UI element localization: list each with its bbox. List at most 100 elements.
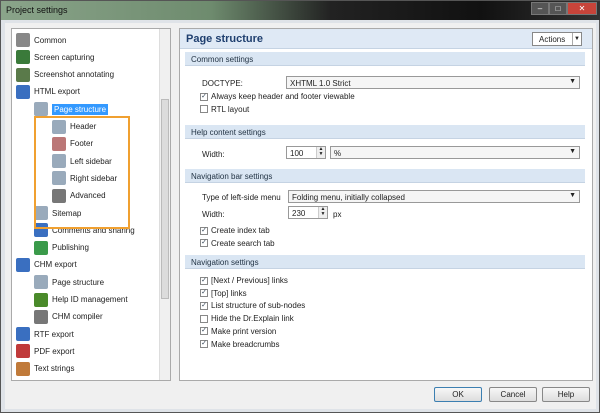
highlight-box <box>34 116 130 229</box>
checkbox-label: Make print version <box>211 326 277 336</box>
tree-item[interactable]: Screenshot annotating <box>16 67 114 83</box>
tree-item[interactable]: Screen capturing <box>16 49 94 65</box>
spinner[interactable]: ▲ ▼ <box>318 207 327 218</box>
checkbox-option[interactable]: ✓ Create search tab <box>200 239 275 248</box>
chevron-down-icon: ▼ <box>569 78 576 85</box>
checkbox[interactable]: ✓ <box>200 239 208 248</box>
tree-item-icon <box>16 50 30 65</box>
minimize-button[interactable]: – <box>531 2 549 15</box>
help-width-unit-select[interactable]: % ▼ <box>330 146 580 159</box>
checkbox-option[interactable]: ✓ Make breadcrumbs <box>200 340 279 349</box>
tree-item[interactable]: Publishing <box>34 240 89 256</box>
tree-item-icon <box>34 275 48 290</box>
checkbox[interactable]: ✓ <box>200 276 208 285</box>
tree-item-label: Common <box>34 35 67 45</box>
help-width-value: 100 <box>290 149 304 158</box>
navbar-width-input[interactable]: 230 ▲ ▼ <box>288 206 328 219</box>
tree-item[interactable]: RTF export <box>16 326 74 342</box>
tree-item[interactable]: Help ID management <box>34 292 128 308</box>
tree-item-icon <box>34 309 48 324</box>
checkbox-option[interactable]: ✓ Make print version <box>200 327 276 336</box>
panel-title: Page structure <box>186 33 264 45</box>
window-title: Project settings <box>6 5 68 15</box>
tree-item[interactable]: CHM compiler <box>34 309 103 325</box>
checkbox-option[interactable]: ✓ [Top] links <box>200 289 247 298</box>
checkbox[interactable]: ✓ <box>200 226 208 235</box>
tree-item-label: HTML export <box>34 87 80 97</box>
tree-item-icon <box>16 327 30 342</box>
checkbox-option[interactable]: ✓ Always keep header and footer viewable <box>200 92 355 101</box>
scrollbar-thumb[interactable] <box>161 99 169 299</box>
checkbox-option[interactable]: RTL layout <box>200 105 249 114</box>
tree-item[interactable]: Page structure <box>34 101 109 117</box>
help-button[interactable]: Help <box>542 387 590 402</box>
tree-item[interactable]: Page structure <box>34 274 104 290</box>
tree-item-label: RTF export <box>34 329 74 339</box>
tree-item[interactable]: Common <box>16 32 66 48</box>
title-bar: Project settings – □ ✕ <box>1 1 600 20</box>
panel-header: Page structure Actions ▼ <box>180 29 592 49</box>
checkbox-option[interactable]: ✓ List structure of sub-nodes <box>200 301 305 310</box>
checkbox-label: Hide the Dr.Explain link <box>211 314 294 324</box>
checkbox-label: [Top] links <box>211 288 247 298</box>
ok-button[interactable]: OK <box>434 387 482 402</box>
menu-type-label: Type of left-side menu <box>202 193 281 202</box>
tree-item-label: PDF export <box>34 346 75 356</box>
checkbox[interactable]: ✓ <box>200 301 208 310</box>
checkbox-label: RTL layout <box>211 104 250 114</box>
menu-type-value: Folding menu, initially collapsed <box>292 193 405 202</box>
checkbox-option[interactable]: ✓ [Next / Previous] links <box>200 276 288 285</box>
checkbox-option[interactable]: Hide the Dr.Explain link <box>200 314 294 323</box>
checkbox-label: Always keep header and footer viewable <box>211 92 355 101</box>
chevron-down-icon: ▼ <box>572 33 581 45</box>
tree-item-icon <box>34 292 48 307</box>
checkbox[interactable] <box>200 105 208 114</box>
dialog-body: Common Screen capturing Screenshot annotat… <box>5 23 596 409</box>
tree-item-label: Text strings <box>34 364 75 374</box>
section-common-settings: Common settings <box>185 52 585 66</box>
tree-item-label: Page structure <box>52 277 105 287</box>
spinner[interactable]: ▲ ▼ <box>316 147 325 158</box>
tree-item-label: CHM export <box>34 260 77 270</box>
actions-dropdown[interactable]: Actions ▼ <box>532 32 582 46</box>
tree-item[interactable]: Text strings <box>16 361 74 377</box>
close-button[interactable]: ✕ <box>567 2 597 15</box>
tree-item-label: CHM compiler <box>52 312 103 322</box>
menu-type-select[interactable]: Folding menu, initially collapsed ▼ <box>288 190 580 203</box>
tree-item[interactable]: PDF export <box>16 343 74 359</box>
checkbox[interactable]: ✓ <box>200 289 208 298</box>
tree-item-icon <box>34 240 48 255</box>
tree-item-icon <box>16 84 30 99</box>
doctype-select[interactable]: XHTML 1.0 Strict ▼ <box>286 76 580 89</box>
project-settings-window: Project settings – □ ✕ Common Screen capt… <box>0 0 600 413</box>
section-help-content: Help content settings <box>185 125 585 139</box>
checkbox-option[interactable]: ✓ Create index tab <box>200 226 270 235</box>
tree-item-label: Screenshot annotating <box>34 70 115 80</box>
checkbox[interactable] <box>200 314 208 323</box>
navbar-width-unit: px <box>333 210 342 219</box>
checkbox[interactable]: ✓ <box>200 340 208 348</box>
settings-panel: Page structure Actions ▼ Common settings … <box>179 28 593 381</box>
section-navigation-bar: Navigation bar settings <box>185 169 585 183</box>
checkbox[interactable]: ✓ <box>200 92 208 101</box>
section-navigation-settings: Navigation settings <box>185 255 585 269</box>
cancel-button[interactable]: Cancel <box>489 387 537 402</box>
tree-item-icon <box>16 33 30 47</box>
help-width-input[interactable]: 100 ▲ ▼ <box>286 146 326 159</box>
help-width-label: Width: <box>202 150 225 159</box>
tree-item-icon <box>16 344 30 359</box>
checkbox[interactable]: ✓ <box>200 327 208 336</box>
checkbox-label: Create search tab <box>211 238 275 248</box>
maximize-button[interactable]: □ <box>549 2 567 15</box>
tree-item-icon <box>16 257 30 272</box>
checkbox-label: [Next / Previous] links <box>211 276 288 285</box>
tree-item-label: Screen capturing <box>34 52 95 62</box>
checkbox-label: Create index tab <box>211 226 270 235</box>
actions-label: Actions <box>539 35 566 44</box>
tree-item-icon <box>16 361 30 376</box>
tree-item[interactable]: CHM export <box>16 257 77 273</box>
doctype-value: XHTML 1.0 Strict <box>290 79 351 88</box>
tree-item-label: Publishing <box>52 243 89 253</box>
tree-scrollbar[interactable] <box>159 29 170 380</box>
tree-item[interactable]: HTML export <box>16 84 80 100</box>
